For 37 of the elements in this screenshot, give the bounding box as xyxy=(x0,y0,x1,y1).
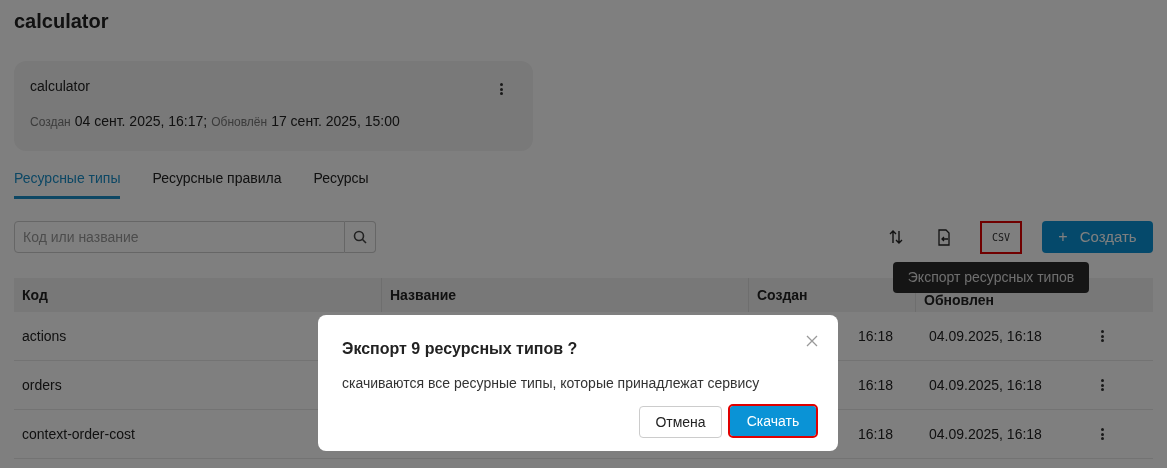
table-cell: orders xyxy=(22,376,62,393)
dialog-message: скачиваются все ресурные типы, которые принадлежат сервису xyxy=(342,374,761,393)
created-label: Создан xyxy=(30,114,71,131)
page-title: calculator xyxy=(14,9,109,34)
search-button[interactable] xyxy=(345,221,376,253)
table-cell: 04.09.2025, 16:18 xyxy=(929,376,1042,393)
plus-icon: + xyxy=(1058,225,1068,249)
tab[interactable]: Ресурсы xyxy=(313,165,369,199)
more-icon[interactable] xyxy=(499,83,503,95)
updated-date: 17 сент. 2025, 15:00 xyxy=(271,112,400,131)
close-icon[interactable] xyxy=(806,335,818,347)
updated-label: Обновлён xyxy=(211,114,268,131)
table-cell: 04.09.2025, 16:18 xyxy=(929,327,1042,344)
table-cell: 16:18 xyxy=(858,376,894,393)
tab[interactable]: Ресурсные правила xyxy=(152,165,282,199)
more-icon[interactable] xyxy=(1100,330,1104,342)
download-button[interactable]: Скачать xyxy=(730,406,816,436)
column-header: Код xyxy=(22,285,48,305)
column-header: Обновлен xyxy=(924,291,994,310)
tab[interactable]: Ресурсные типы xyxy=(14,165,121,199)
table-cell: context-order-cost xyxy=(22,425,135,442)
table-cell: 16:18 xyxy=(858,327,894,344)
cancel-button[interactable]: Отмена xyxy=(639,406,722,438)
column-header: Название xyxy=(390,285,457,305)
table-cell: 04.09.2025, 16:18 xyxy=(929,425,1042,442)
more-icon[interactable] xyxy=(1100,428,1104,440)
csv-export-button[interactable]: CSV xyxy=(980,220,1022,254)
create-button[interactable]: + Создать xyxy=(1042,221,1153,253)
table-cell: 16:18 xyxy=(858,425,894,442)
table-cell: actions xyxy=(22,327,67,344)
tooltip: Экспорт ресурсных типов xyxy=(893,262,1089,293)
column-header: Создан xyxy=(757,285,808,305)
more-icon[interactable] xyxy=(1100,379,1104,391)
dialog-title: Экспорт 9 ресурсных типов ? xyxy=(342,339,578,359)
search-icon xyxy=(353,230,367,244)
service-name: calculator xyxy=(30,77,90,95)
created-date: 04 сент. 2025, 16:17; xyxy=(74,112,208,131)
